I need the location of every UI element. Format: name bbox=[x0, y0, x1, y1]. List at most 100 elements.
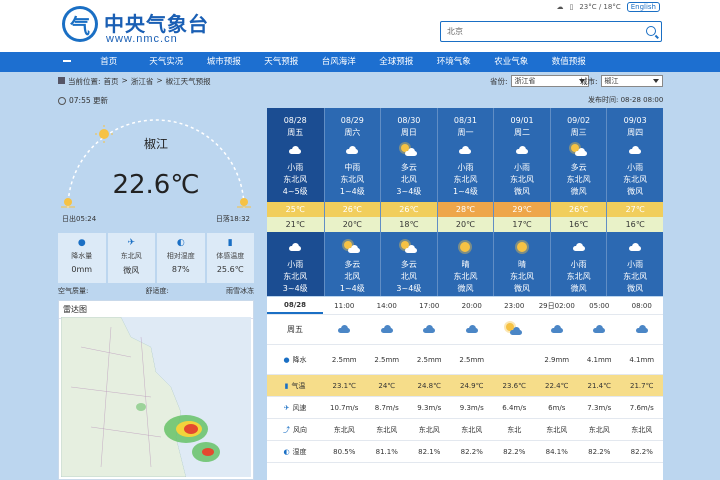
day-wind-dir: 东北风 bbox=[340, 175, 365, 184]
hourly-value: 东北风 bbox=[376, 425, 398, 434]
aqi-label[interactable]: 空气质量: bbox=[58, 286, 88, 296]
hourly-row: ✈ 风速 10.7m/s 8.7m/s 9.3m/s 9.3m/s 6.4m/s 6m/s 7.… bbox=[267, 397, 663, 419]
search-input[interactable] bbox=[441, 22, 631, 41]
cloud-rain-icon bbox=[635, 324, 649, 333]
forecast-weekday: 周四 bbox=[627, 128, 644, 137]
stat-label: 东北风 bbox=[120, 252, 142, 260]
hourly-time: 11:00 bbox=[334, 301, 355, 310]
humidity-icon: ◐ bbox=[176, 238, 185, 248]
hourly-value: 24℃ bbox=[378, 381, 396, 390]
stat-card: ● 降水量 0mm bbox=[58, 233, 106, 283]
home-icon bbox=[58, 77, 65, 84]
stat-value: 87% bbox=[171, 265, 190, 274]
city-label: 城市: bbox=[580, 76, 598, 86]
night-wind-dir: 北风 bbox=[400, 272, 417, 281]
hourly-date[interactable]: 08/28 bbox=[267, 297, 323, 314]
night-wind: 1~4级 bbox=[339, 284, 365, 293]
night-forecast: 多云 北风 3~4级 bbox=[381, 235, 437, 295]
forecast-high: 28℃ bbox=[437, 202, 494, 217]
hourly-time: 17:00 bbox=[419, 301, 440, 310]
hourly-time: 20:00 bbox=[461, 301, 482, 310]
city-select-group: 城市: 椒江 bbox=[580, 75, 663, 87]
breadcrumb-home[interactable]: 首页 bbox=[104, 76, 119, 87]
city-select[interactable]: 椒江 bbox=[600, 75, 663, 87]
warning-label[interactable]: 雨雪冰冻 bbox=[226, 286, 254, 296]
cloud-rain-icon bbox=[592, 324, 606, 333]
search-box bbox=[440, 21, 662, 42]
english-link[interactable]: English bbox=[626, 2, 660, 12]
partly-cloudy-icon bbox=[570, 144, 587, 156]
forecast-date: 08/29 bbox=[340, 116, 364, 125]
breadcrumb-province[interactable]: 浙江省 bbox=[131, 76, 154, 87]
stat-card: ▮ 体感温度 25.6℃ bbox=[206, 233, 254, 283]
nav-item[interactable]: 环境气象 bbox=[425, 52, 483, 72]
hourly-value: 4.1mm bbox=[586, 355, 612, 364]
nav-item[interactable]: 天气预报 bbox=[253, 52, 311, 72]
breadcrumb-sep: > bbox=[156, 76, 163, 85]
hourly-value: 8.7m/s bbox=[374, 403, 399, 412]
province-select[interactable]: 浙江省 bbox=[510, 75, 589, 87]
forecast-day[interactable]: 09/01 周二 小雨 东北风 微风 29℃ 17℃ 晴东北风 微风 bbox=[493, 108, 550, 296]
nav-item[interactable]: 台风海洋 bbox=[310, 52, 368, 72]
hourly-row: ◐ 湿度 80.5% 81.1% 82.1% 82.2% 82.2% 84.1% 82.2% 82… bbox=[267, 441, 663, 463]
day-weather: 小雨 bbox=[457, 163, 474, 172]
nav-items: 首页 天气实况 城市预报 天气预报 台风海洋 全球预报 环境气象 农业气象 数值预报 bbox=[80, 52, 598, 72]
nav-item[interactable]: 农业气象 bbox=[483, 52, 541, 72]
forecast-day[interactable]: 08/29 周六 中雨 东北风 1~4级 26℃ 20℃ 多云 北风 1~4级 bbox=[323, 108, 381, 296]
forecast-day[interactable]: 08/31 周一 小雨 东北风 1~4级 28℃ 20℃ 晴东北风 微风 bbox=[436, 108, 494, 296]
forecast-date: 09/01 bbox=[510, 116, 534, 125]
current-stats: ● 降水量 0mm ✈ 东北风 微风 ◐ 相对湿度 87% ▮ 体感温度 25.6℃ bbox=[58, 233, 254, 283]
wind-icon: ⤴ bbox=[283, 425, 290, 434]
search-icon[interactable] bbox=[646, 26, 656, 36]
forecast-low: 17℃ bbox=[494, 217, 550, 232]
hourly-time-row: 08/28 11:00 14:00 17:00 20:00 23:00 29日02:00 05… bbox=[267, 297, 663, 315]
forecast-day[interactable]: 08/28 周五 小雨 东北风 4~5级 25℃ 21℃ 小雨 东北风 3~4级 bbox=[267, 108, 324, 296]
province-label: 省份: bbox=[490, 76, 508, 86]
night-forecast: 多云 北风 1~4级 bbox=[325, 235, 381, 295]
cloud-rain-icon bbox=[337, 324, 351, 333]
menu-icon[interactable] bbox=[63, 60, 71, 62]
hourly-value: 82.1% bbox=[418, 447, 441, 456]
night-wind-dir: 东北风 bbox=[566, 272, 591, 281]
hourly-row-label-text: 降水 bbox=[292, 355, 307, 364]
forecast-day[interactable]: 09/02 周三 多云 东北风 微风 26℃ 16℃ 小雨 东北风 微风 bbox=[549, 108, 607, 296]
day-wind-dir: 东北风 bbox=[510, 175, 535, 184]
hourly-forecast: 08/28 11:00 14:00 17:00 20:00 23:00 29日02:00 05… bbox=[267, 297, 663, 480]
nav-item[interactable]: 首页 bbox=[80, 52, 138, 72]
nav-item[interactable]: 数值预报 bbox=[540, 52, 598, 72]
site-header: 气 中央气象台 www.nmc.cn ☁ ▯ 23°C / 18°C Engli… bbox=[0, 0, 720, 52]
forecast-high: 27℃ bbox=[607, 202, 663, 217]
night-wind-dir: 东北风 bbox=[283, 272, 308, 281]
day-weather: 小雨 bbox=[627, 163, 644, 172]
day-weather: 小雨 bbox=[287, 163, 304, 172]
forecast-day[interactable]: 09/03 周四 小雨 东北风 微风 27℃ 16℃ 小雨 东北风 微风 bbox=[606, 108, 663, 296]
nav-item[interactable]: 城市预报 bbox=[195, 52, 253, 72]
hourly-value: 21.4℃ bbox=[587, 381, 611, 390]
night-weather: 多云 bbox=[400, 260, 417, 269]
night-weather-icon bbox=[607, 238, 663, 256]
radar-panel[interactable]: 雷达图 bbox=[58, 300, 254, 480]
night-wind-dir: 东北风 bbox=[453, 272, 478, 281]
day-weather-icon bbox=[607, 141, 663, 159]
night-wind: 微风 bbox=[514, 284, 531, 293]
nav-item[interactable]: 天气实况 bbox=[138, 52, 196, 72]
night-weather: 晴 bbox=[461, 260, 470, 269]
hourly-weather-icon bbox=[578, 324, 621, 335]
forecast-day[interactable]: 08/30 周日 多云 北风 3~4级 26℃ 18℃ 多云 北风 3~4级 bbox=[380, 108, 437, 296]
day-wind: 微风 bbox=[627, 187, 644, 196]
nmc-logo-icon[interactable]: 气 bbox=[62, 6, 98, 42]
hourly-value: 东北 bbox=[507, 425, 522, 434]
current-weather-panel: 椒江 22.6℃ 日出05:24 日落18:32 bbox=[58, 108, 254, 230]
hourly-value: 23.1℃ bbox=[332, 381, 356, 390]
nav-item[interactable]: 全球预报 bbox=[368, 52, 426, 72]
night-wind: 微风 bbox=[627, 284, 644, 293]
hourly-value: 东北风 bbox=[546, 425, 568, 434]
cloud-rain-icon bbox=[345, 146, 359, 154]
hourly-row-label: ⤴ 风向 bbox=[267, 425, 323, 435]
hourly-value: 82.2% bbox=[588, 447, 611, 456]
day-weather: 多云 bbox=[400, 163, 417, 172]
cloud-rain-icon bbox=[628, 243, 642, 251]
stat-value: 0mm bbox=[71, 265, 93, 274]
mobile-icon[interactable]: ▯ bbox=[569, 3, 573, 11]
comfort-label[interactable]: 舒适度: bbox=[146, 286, 169, 296]
